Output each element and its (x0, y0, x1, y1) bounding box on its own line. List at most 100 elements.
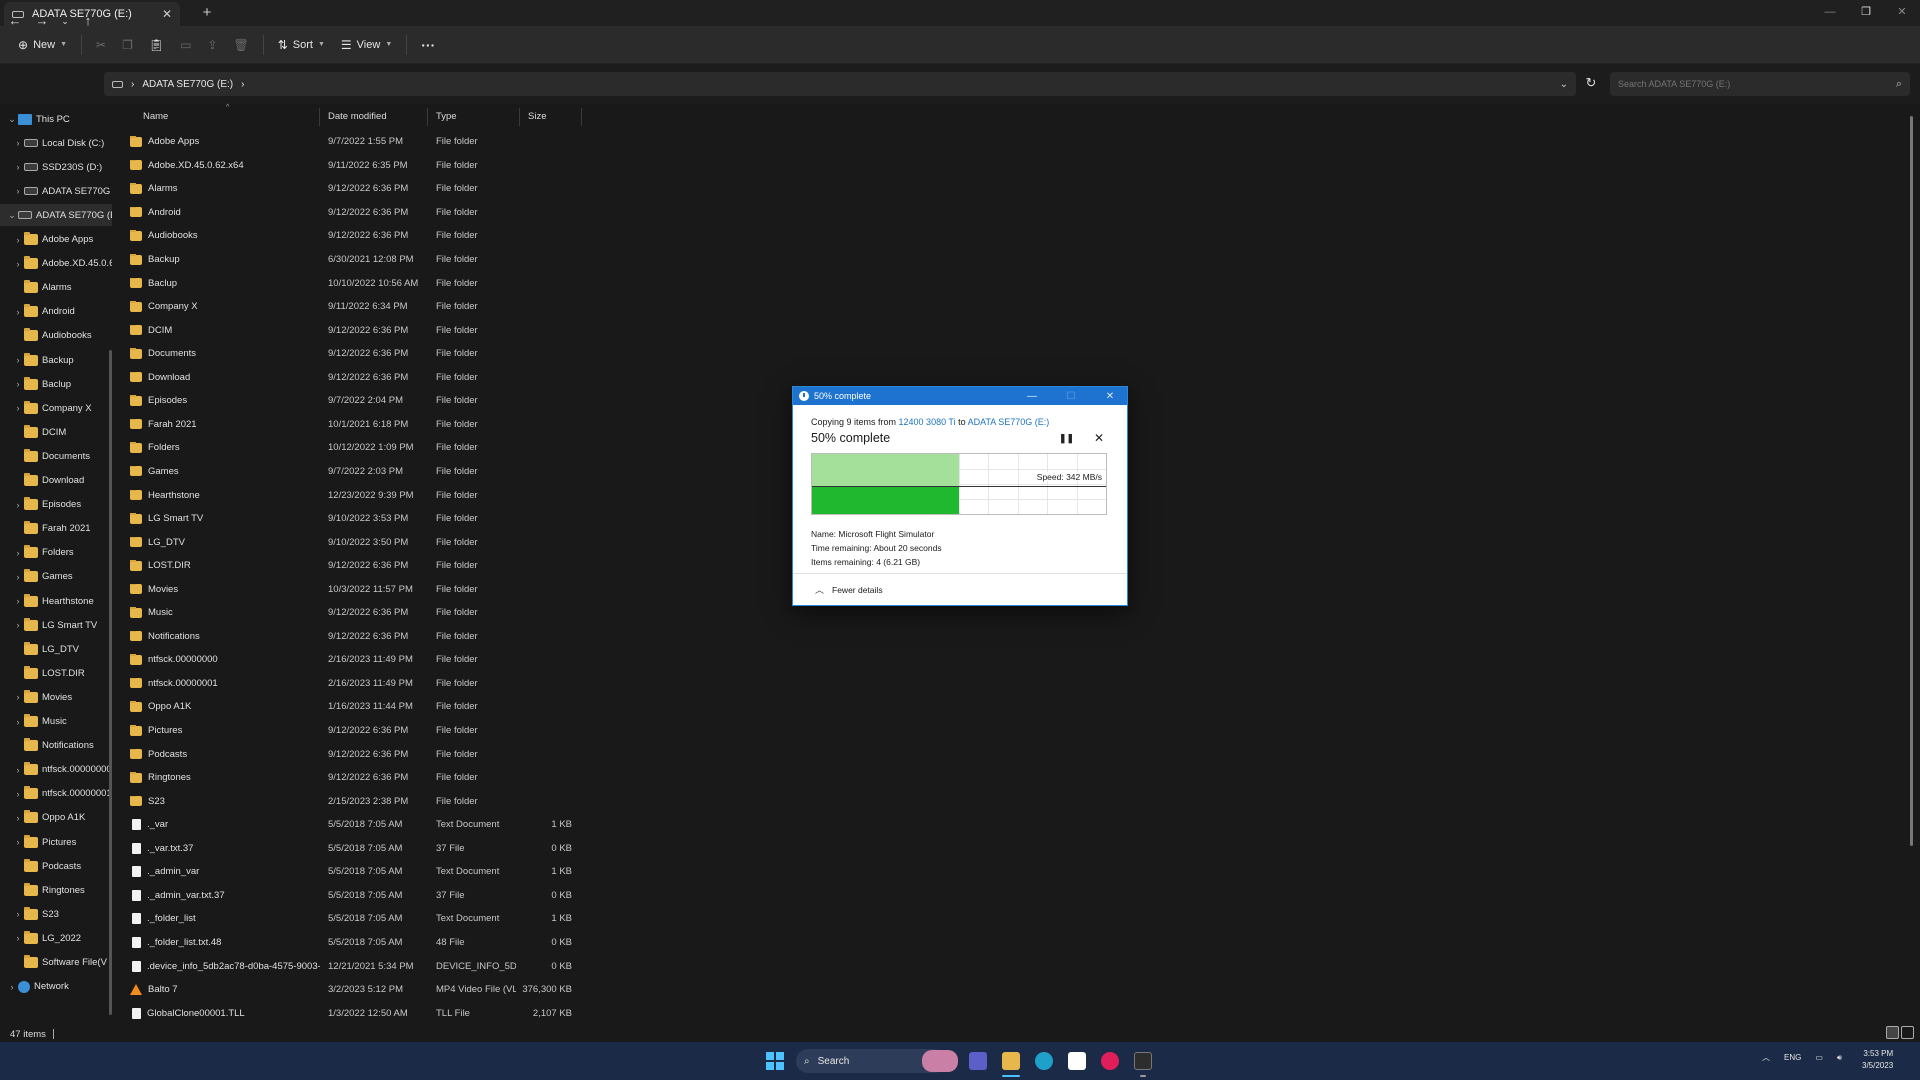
microsoft-store-icon[interactable] (1068, 1052, 1086, 1070)
rename-button[interactable]: ▭ (174, 31, 197, 59)
terminal-icon[interactable] (1134, 1052, 1152, 1070)
sidebar-item[interactable]: › Games (0, 566, 112, 588)
sidebar-item[interactable]: › SSD230S (D:) (0, 156, 112, 178)
view-button[interactable]: ☰ View ▼ (335, 31, 398, 59)
sidebar-item[interactable]: Software File(V (0, 952, 112, 974)
new-tab-button[interactable]: + (198, 4, 216, 22)
file-row[interactable]: ._admin_var 5/5/2018 7:05 AM Text Document… (130, 860, 700, 884)
address-bar[interactable]: › ADATA SE770G (E:) › ⌄ (104, 72, 1576, 96)
sidebar-item[interactable]: › LG_2022 (0, 927, 112, 949)
recent-locations-button[interactable]: ⌄ (54, 10, 76, 32)
dialog-close-button[interactable]: ✕ (1093, 391, 1127, 402)
minimize-button[interactable]: — (1812, 0, 1848, 24)
show-hidden-icons-icon[interactable]: ︿ (1762, 1052, 1770, 1063)
file-row[interactable]: LG Smart TV 9/10/2022 3:53 PM File folder (130, 507, 700, 531)
up-button[interactable]: ↑ (77, 10, 99, 32)
search-input[interactable] (1618, 79, 1896, 89)
sidebar-item[interactable]: LOST.DIR (0, 662, 112, 684)
source-link[interactable]: 12400 3080 Ti (899, 417, 956, 427)
expand-chevron-icon[interactable]: › (12, 909, 24, 919)
sidebar-item[interactable]: › Hearthstone (0, 590, 112, 612)
file-row[interactable]: ._var.txt.37 5/5/2018 7:05 AM 37 File 0 KB (130, 837, 700, 861)
search-icon[interactable]: ⌕ (1896, 78, 1902, 91)
paste-button[interactable]: 📋︎ (143, 31, 170, 59)
file-row[interactable]: Audiobooks 9/12/2022 6:36 PM File folder (130, 224, 700, 248)
file-row[interactable]: Movies 10/3/2022 11:57 PM File folder (130, 577, 700, 601)
sidebar-item[interactable]: › Network (0, 976, 112, 998)
delete-button[interactable]: 🗑︎ (227, 31, 254, 59)
new-button[interactable]: ⊕ New ▼ (12, 31, 73, 59)
sidebar-item[interactable]: Notifications (0, 735, 112, 757)
breadcrumb-separator[interactable]: › (241, 79, 244, 90)
sidebar-item[interactable]: › Adobe.XD.45.0.62.x64 (0, 253, 112, 275)
restore-button[interactable]: ❐ (1848, 0, 1884, 24)
sidebar-item[interactable]: DCIM (0, 421, 112, 443)
details-view-button[interactable] (1886, 1026, 1899, 1039)
expand-chevron-icon[interactable]: › (12, 307, 24, 317)
column-header-size[interactable]: Size (522, 108, 582, 126)
sidebar-item[interactable]: › ntfsck.00000001 (0, 783, 112, 805)
expand-chevron-icon[interactable]: › (12, 162, 24, 172)
cancel-button[interactable]: ✕ (1094, 431, 1104, 445)
dialog-minimize-button[interactable]: — (1015, 391, 1049, 402)
expand-chevron-icon[interactable]: › (12, 813, 24, 823)
fewer-details-button[interactable]: ︿ Fewer details (815, 583, 883, 596)
column-header-type[interactable]: Type (430, 108, 520, 126)
sidebar-item[interactable]: › ADATA SE770G (E:) (0, 180, 113, 202)
file-row[interactable]: Ringtones 9/12/2022 6:36 PM File folder (130, 766, 700, 790)
sidebar-item[interactable]: › Episodes (0, 494, 112, 516)
expand-chevron-icon[interactable]: › (12, 548, 24, 558)
file-row[interactable]: Folders 10/12/2022 1:09 PM File folder (130, 436, 700, 460)
expand-chevron-icon[interactable]: › (6, 982, 18, 992)
dialog-maximize-button[interactable]: ☐ (1054, 391, 1088, 402)
teams-chat-icon[interactable] (969, 1052, 987, 1070)
expand-chevron-icon[interactable]: › (12, 259, 24, 269)
sidebar-item[interactable]: Documents (0, 445, 112, 467)
expand-chevron-icon[interactable]: › (12, 138, 24, 148)
column-header-date[interactable]: Date modified (322, 108, 428, 126)
sidebar-item[interactable]: › Oppo A1K (0, 807, 112, 829)
file-row[interactable]: S23 2/15/2023 2:38 PM File folder (130, 789, 700, 813)
forward-button[interactable]: → (31, 10, 53, 32)
slack-icon[interactable] (1101, 1052, 1119, 1070)
expand-chevron-icon[interactable]: › (12, 717, 24, 727)
sidebar-item[interactable]: › Adobe Apps (0, 229, 112, 251)
sidebar-item[interactable]: › Company X (0, 397, 112, 419)
file-list-scrollbar[interactable] (1910, 116, 1913, 846)
file-row[interactable]: DCIM 9/12/2022 6:36 PM File folder (130, 318, 700, 342)
refresh-button[interactable]: ↻ (1580, 72, 1602, 94)
file-row[interactable]: Download 9/12/2022 6:36 PM File folder (130, 366, 700, 390)
copy-button[interactable]: ❐ (116, 31, 139, 59)
start-button[interactable] (766, 1052, 784, 1070)
sidebar-item[interactable]: › Pictures (0, 831, 112, 853)
sidebar-scrollbar[interactable] (109, 350, 112, 1015)
cut-button[interactable]: ✂ (90, 31, 112, 59)
breadcrumb-drive[interactable]: ADATA SE770G (E:) (142, 79, 233, 90)
file-row[interactable]: Notifications 9/12/2022 6:36 PM File folde… (130, 625, 700, 649)
file-row[interactable]: Farah 2021 10/1/2021 6:18 PM File folder (130, 413, 700, 437)
file-row[interactable]: Adobe.XD.45.0.62.x64 9/11/2022 6:35 PM Fil… (130, 154, 700, 178)
expand-chevron-icon[interactable]: › (12, 596, 24, 606)
file-row[interactable]: Episodes 9/7/2022 2:04 PM File folder (130, 389, 700, 413)
destination-link[interactable]: ADATA SE770G (E:) (968, 417, 1050, 427)
file-row[interactable]: GlobalClone00001.TLL 1/3/2022 12:50 AM TLL… (130, 1001, 700, 1025)
expand-chevron-icon[interactable]: › (12, 403, 24, 413)
expand-chevron-icon[interactable]: › (12, 692, 24, 702)
file-explorer-icon[interactable] (1002, 1052, 1020, 1070)
monitor-icon[interactable]: ▭ (1815, 1053, 1823, 1062)
expand-chevron-icon[interactable]: › (12, 235, 24, 245)
address-dropdown-icon[interactable]: ⌄ (1560, 79, 1568, 90)
file-row[interactable]: ._admin_var.txt.37 5/5/2018 7:05 AM 37 Fil… (130, 884, 700, 908)
sidebar-item[interactable]: ⌄ ADATA SE770G (E:) (0, 204, 112, 227)
sidebar-item[interactable]: › Baclup (0, 373, 112, 395)
expand-chevron-icon[interactable]: › (12, 355, 24, 365)
file-row[interactable]: Pictures 9/12/2022 6:36 PM File folder (130, 719, 700, 743)
file-row[interactable]: Music 9/12/2022 6:36 PM File folder (130, 601, 700, 625)
file-row[interactable]: Balto 7 3/2/2023 5:12 PM MP4 Video File (V… (130, 978, 700, 1002)
file-row[interactable]: Oppo A1K 1/16/2023 11:44 PM File folder (130, 695, 700, 719)
taskbar-clock[interactable]: 3:53 PM 3/5/2023 (1862, 1048, 1893, 1072)
file-row[interactable]: ._folder_list.txt.48 5/5/2018 7:05 AM 48 F… (130, 931, 700, 955)
sidebar-item[interactable]: › ntfsck.00000000 (0, 759, 112, 781)
expand-chevron-icon[interactable]: › (12, 379, 24, 389)
sidebar-item[interactable]: › Music (0, 711, 112, 733)
